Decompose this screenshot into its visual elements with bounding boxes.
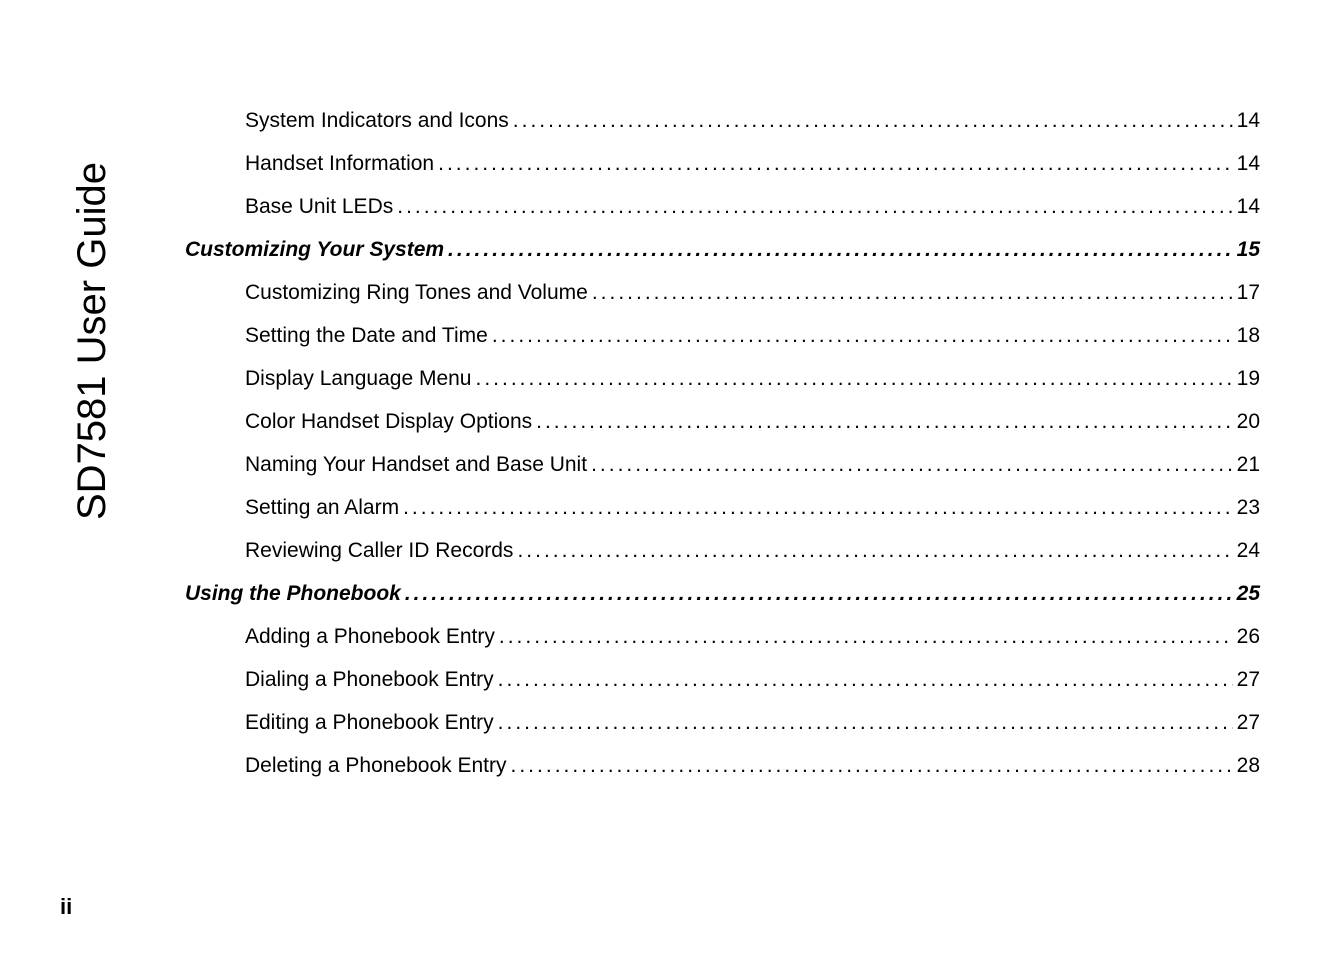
toc-leader — [472, 368, 1233, 389]
toc-title: Naming Your Handset and Base Unit — [245, 454, 587, 475]
toc-entry: Customizing Ring Tones and Volume 17 — [185, 282, 1260, 303]
toc-entry: Base Unit LEDs 14 — [185, 196, 1260, 217]
toc-title: Adding a Phonebook Entry — [245, 626, 495, 647]
toc-leader — [444, 239, 1233, 260]
toc-entry: Reviewing Caller ID Records 24 — [185, 540, 1260, 561]
toc-entry: Adding a Phonebook Entry 26 — [185, 626, 1260, 647]
toc-heading-entry: Customizing Your System 15 — [185, 239, 1260, 260]
toc-entry: Color Handset Display Options 20 — [185, 411, 1260, 432]
toc-page: 14 — [1233, 110, 1260, 131]
toc-leader — [532, 411, 1233, 432]
toc-leader — [494, 669, 1233, 690]
toc-page: 15 — [1233, 239, 1260, 260]
toc-page: 14 — [1233, 196, 1260, 217]
toc-leader — [495, 626, 1233, 647]
toc-entry: Setting an Alarm 23 — [185, 497, 1260, 518]
toc-title: Display Language Menu — [245, 368, 472, 389]
toc-leader — [399, 497, 1233, 518]
toc-title: Handset Information — [245, 153, 434, 174]
toc-entry: Setting the Date and Time 18 — [185, 325, 1260, 346]
toc-leader — [393, 196, 1232, 217]
toc-page: 21 — [1233, 454, 1260, 475]
toc-title: Customizing Ring Tones and Volume — [245, 282, 588, 303]
toc-title: Reviewing Caller ID Records — [245, 540, 513, 561]
toc-leader — [588, 282, 1233, 303]
toc-leader — [401, 583, 1233, 604]
toc-page: 26 — [1233, 626, 1260, 647]
toc-page: 25 — [1233, 583, 1260, 604]
toc-page: 24 — [1233, 540, 1260, 561]
toc-entry: Display Language Menu 19 — [185, 368, 1260, 389]
toc-entry: System Indicators and Icons 14 — [185, 110, 1260, 131]
toc-page: 27 — [1233, 669, 1260, 690]
toc-page: 28 — [1233, 755, 1260, 776]
table-of-contents: System Indicators and Icons 14 Handset I… — [185, 110, 1260, 798]
toc-title: Color Handset Display Options — [245, 411, 532, 432]
toc-page: 20 — [1233, 411, 1260, 432]
toc-page: 18 — [1233, 325, 1260, 346]
toc-title: Dialing a Phonebook Entry — [245, 669, 494, 690]
toc-title: Setting the Date and Time — [245, 325, 488, 346]
toc-page: 19 — [1233, 368, 1260, 389]
document-page: SD7581 User Guide ii System Indicators a… — [0, 0, 1334, 954]
sidebar-title: SD7581 User Guide — [70, 162, 115, 520]
toc-title: Customizing Your System — [185, 239, 444, 260]
toc-leader — [587, 454, 1233, 475]
toc-leader — [488, 325, 1233, 346]
toc-title: Base Unit LEDs — [245, 196, 393, 217]
toc-leader — [494, 712, 1233, 733]
toc-page: 27 — [1233, 712, 1260, 733]
toc-leader — [509, 110, 1233, 131]
toc-title: Deleting a Phonebook Entry — [245, 755, 507, 776]
toc-leader — [507, 755, 1233, 776]
toc-entry: Editing a Phonebook Entry 27 — [185, 712, 1260, 733]
toc-page: 14 — [1233, 153, 1260, 174]
toc-leader — [513, 540, 1232, 561]
page-number: ii — [60, 894, 72, 920]
toc-leader — [434, 153, 1233, 174]
toc-entry: Naming Your Handset and Base Unit 21 — [185, 454, 1260, 475]
toc-entry: Dialing a Phonebook Entry 27 — [185, 669, 1260, 690]
toc-title: System Indicators and Icons — [245, 110, 509, 131]
toc-title: Using the Phonebook — [185, 583, 401, 604]
toc-title: Setting an Alarm — [245, 497, 399, 518]
toc-heading-entry: Using the Phonebook 25 — [185, 583, 1260, 604]
toc-entry: Deleting a Phonebook Entry 28 — [185, 755, 1260, 776]
toc-page: 17 — [1233, 282, 1260, 303]
toc-title: Editing a Phonebook Entry — [245, 712, 494, 733]
toc-page: 23 — [1233, 497, 1260, 518]
toc-entry: Handset Information 14 — [185, 153, 1260, 174]
